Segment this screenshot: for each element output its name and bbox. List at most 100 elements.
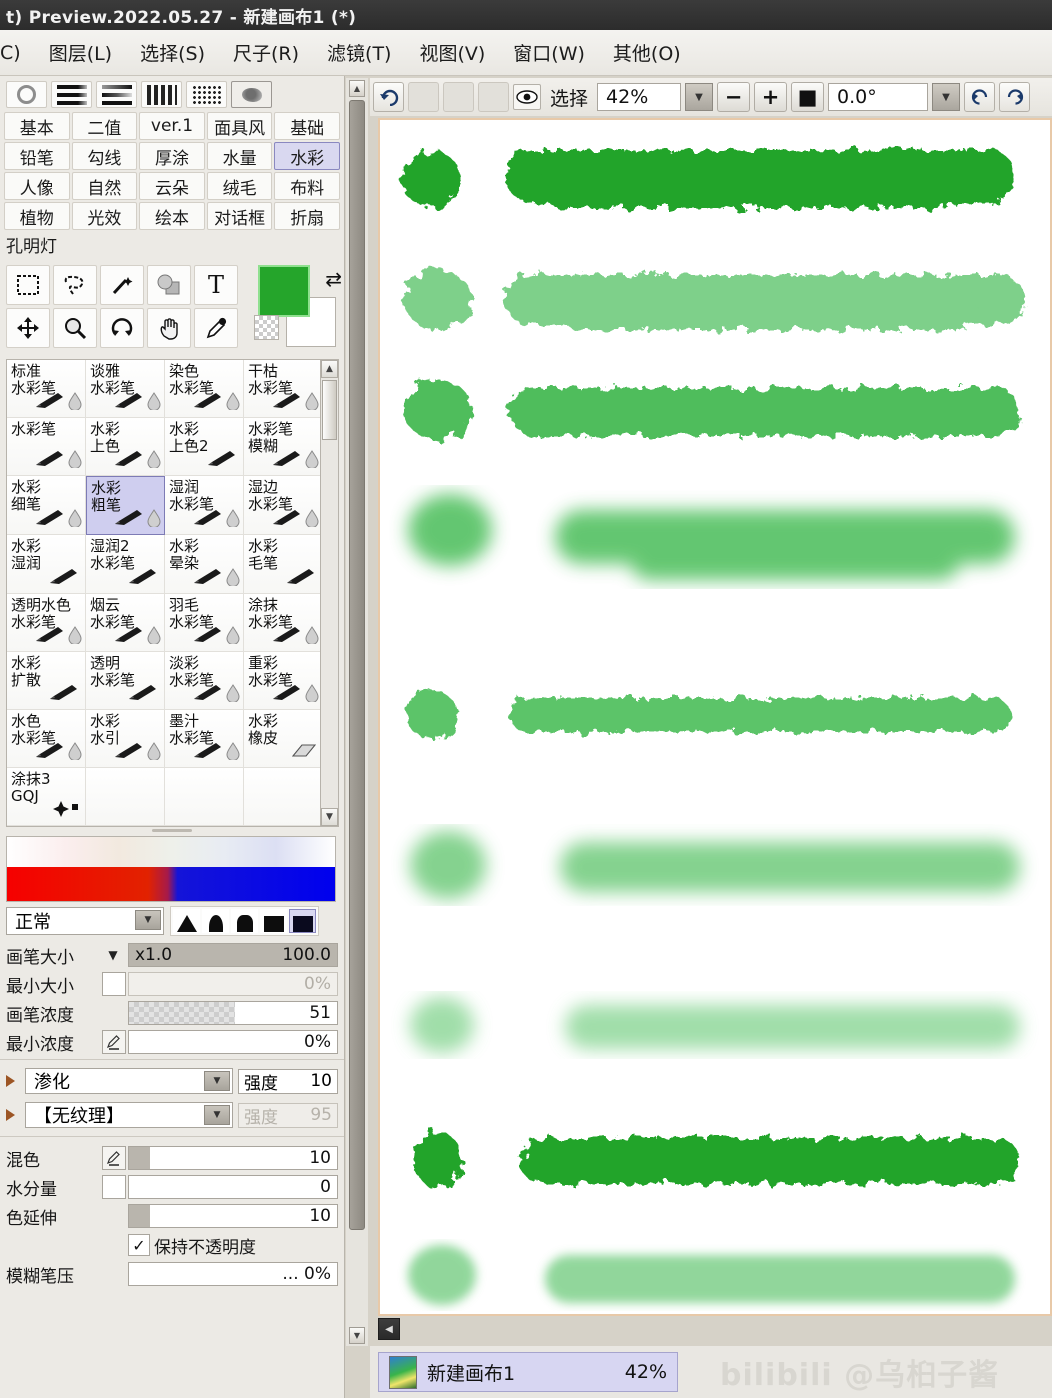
brush-item[interactable]: 透明水色 水彩笔 <box>7 593 86 652</box>
brush-item[interactable]: 水彩 水引 <box>86 709 165 768</box>
cone-round-icon[interactable] <box>202 909 229 933</box>
category-tab-rongmao[interactable]: 绒毛 <box>206 172 273 200</box>
foreground-color-swatch[interactable] <box>258 265 310 317</box>
category-tab-ver1[interactable]: ver.1 <box>139 112 205 140</box>
menu-item-select[interactable]: 选择(S) <box>126 37 219 68</box>
category-tab-shuiliang[interactable]: 水量 <box>206 142 273 170</box>
swap-colors-icon[interactable]: ⇄ <box>325 267 342 291</box>
effect-dropdown[interactable]: 渗化 ▼ <box>25 1068 233 1094</box>
brush-item[interactable]: 墨汁 水彩笔 <box>165 709 244 768</box>
brush-item[interactable]: 干枯 水彩笔 <box>244 360 323 419</box>
category-tab-erzhi[interactable]: 二值 <box>71 112 138 140</box>
brush-item[interactable]: 烟云 水彩笔 <box>86 593 165 652</box>
eyedropper-tool[interactable] <box>194 308 238 348</box>
category-tab-gouxian[interactable]: 勾线 <box>71 142 138 170</box>
category-tab-mianjufeng[interactable]: 面具风 <box>206 112 273 140</box>
dotted-bars-icon[interactable] <box>141 81 182 108</box>
category-tab-kongmingdeng[interactable]: 孔明灯 <box>0 230 344 257</box>
menu-item-file[interactable]: C) <box>0 40 35 66</box>
mixer-color-strip[interactable] <box>7 867 335 901</box>
brush-item[interactable]: 涂抹3 GQJ <box>7 767 86 826</box>
param-field-blur-pressure[interactable]: ... 0% <box>128 1262 338 1286</box>
rotate-ccw-icon[interactable] <box>964 82 996 112</box>
category-tab-zheshan[interactable]: 折扇 <box>274 202 340 230</box>
brush-item[interactable]: 标准 水彩笔 <box>7 360 86 419</box>
brush-item[interactable]: 水彩 细笔 <box>7 476 86 536</box>
category-tab-jiben[interactable]: 基本 <box>4 112 70 140</box>
brush-item[interactable]: 水彩 扩散 <box>7 651 86 710</box>
param-field-density[interactable]: 51 <box>128 1001 338 1025</box>
dot-matrix-icon[interactable] <box>186 81 227 108</box>
document-tab[interactable]: 新建画布1 42% <box>378 1352 678 1392</box>
category-tab-qianbi[interactable]: 铅笔 <box>4 142 70 170</box>
water-checkbox[interactable] <box>102 1175 126 1199</box>
menu-item-filter[interactable]: 滤镜(T) <box>313 37 405 68</box>
category-tab-yunduo[interactable]: 云朵 <box>139 172 205 200</box>
brush-item[interactable]: 水彩 上色 <box>86 418 165 477</box>
keep-opacity-checkbox[interactable]: ✓ <box>128 1234 150 1256</box>
min-size-checkbox[interactable] <box>102 972 126 996</box>
category-tab-buliao[interactable]: 布料 <box>274 172 340 200</box>
brush-item[interactable]: 水彩 上色2 <box>165 418 244 477</box>
rotation-input[interactable]: 0.0° <box>828 83 929 111</box>
expand-arrow-effect-icon[interactable] <box>6 1075 15 1087</box>
menu-item-other[interactable]: 其他(O) <box>599 37 695 68</box>
text-tool[interactable]: T <box>194 265 238 305</box>
brush-item[interactable]: 水彩 橡皮 <box>244 709 323 768</box>
brush-item[interactable]: 水彩 晕染 <box>165 535 244 594</box>
shape-tool[interactable] <box>147 265 191 305</box>
lasso-select-tool[interactable] <box>53 265 97 305</box>
brush-item[interactable]: 湿润2 水彩笔 <box>86 535 165 594</box>
scrollbar-thumb[interactable] <box>322 380 337 440</box>
brush-item[interactable]: 透明 水彩笔 <box>86 651 165 710</box>
rotation-dropdown-icon[interactable]: ▼ <box>932 83 961 111</box>
zoom-reset-button[interactable]: ■ <box>791 82 825 112</box>
category-tab-huiben[interactable]: 绘本 <box>139 202 205 230</box>
zoom-value-input[interactable]: 42% <box>597 83 682 111</box>
cone-flat-icon[interactable] <box>231 909 258 933</box>
category-tab-shuicai[interactable]: 水彩 <box>274 142 340 170</box>
scroll-down-icon[interactable]: ▼ <box>349 1327 365 1344</box>
category-tab-zhiwu[interactable]: 植物 <box>4 202 70 230</box>
menu-item-layer[interactable]: 图层(L) <box>35 37 126 68</box>
marquee-select-tool[interactable] <box>6 265 50 305</box>
transparent-color-swatch[interactable] <box>254 315 279 340</box>
rotate-cw-icon[interactable] <box>999 82 1031 112</box>
chevron-down-icon[interactable]: ▼ <box>135 910 161 930</box>
scroll-up-icon[interactable]: ▲ <box>321 360 338 378</box>
undo-icon[interactable] <box>373 82 404 112</box>
brush-item[interactable]: 水色 水彩笔 <box>7 709 86 768</box>
category-tab-renxiang[interactable]: 人像 <box>4 172 70 200</box>
brush-list-scrollbar[interactable]: ▲ ▼ <box>320 359 339 827</box>
panel-splitter[interactable] <box>0 827 344 834</box>
brush-item[interactable]: 湿润 水彩笔 <box>165 476 244 536</box>
brush-item[interactable]: 淡彩 水彩笔 <box>165 651 244 710</box>
texture-dropdown[interactable]: 【无纹理】 ▼ <box>25 1102 233 1128</box>
mixer-blend-area[interactable] <box>7 837 335 867</box>
param-caret-brush-size[interactable]: ▼ <box>102 948 124 962</box>
menu-item-ruler[interactable]: 尺子(R) <box>219 37 313 68</box>
rotate-tool[interactable] <box>100 308 144 348</box>
brush-item[interactable]: 湿边 水彩笔 <box>244 476 323 536</box>
category-tab-duihuakuang[interactable]: 对话框 <box>206 202 273 230</box>
panel-scrollbar-thumb[interactable] <box>349 100 365 1230</box>
pen-pressure-icon[interactable] <box>102 1146 126 1170</box>
brush-item[interactable]: 染色 水彩笔 <box>165 360 244 419</box>
blend-mode-dropdown[interactable]: 正常 ▼ <box>6 907 164 935</box>
param-field-min-density[interactable]: 0% <box>128 1030 338 1054</box>
chevron-down-icon[interactable]: ▼ <box>204 1105 230 1125</box>
expand-arrow-texture-icon[interactable] <box>6 1109 15 1121</box>
hand-tool[interactable] <box>147 308 191 348</box>
scroll-up-icon[interactable]: ▲ <box>349 80 365 97</box>
param-field-blend[interactable]: 10 <box>128 1146 338 1170</box>
brush-item[interactable]: 水彩 粗笔 <box>86 476 165 536</box>
category-tab-ziran[interactable]: 自然 <box>71 172 138 200</box>
circle-outline-icon[interactable] <box>6 81 47 108</box>
brush-item[interactable]: 水彩 湿润 <box>7 535 86 594</box>
blob-preview-icon[interactable] <box>231 81 272 108</box>
menu-item-window[interactable]: 窗口(W) <box>499 37 599 68</box>
category-tab-houtu[interactable]: 厚涂 <box>139 142 205 170</box>
canvas-horizontal-scroll[interactable]: ◀ <box>378 1318 1052 1342</box>
menu-item-view[interactable]: 视图(V) <box>405 37 499 68</box>
category-tab-jichu[interactable]: 基础 <box>274 112 340 140</box>
